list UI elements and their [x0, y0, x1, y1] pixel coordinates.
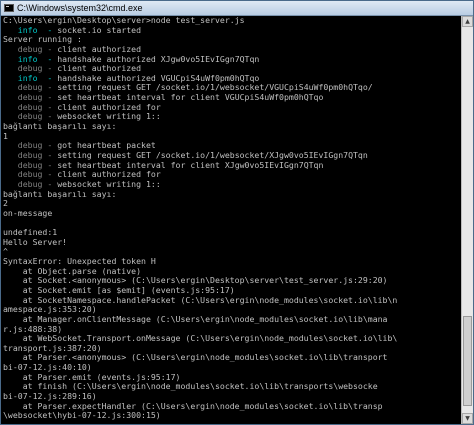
console-text: at Socket.emit [as $emit] (events.js:95:… — [3, 284, 235, 295]
console-text: websocket writing 1:: — [57, 178, 161, 189]
console-text: debug - — [3, 149, 58, 160]
console-text: setting request GET /socket.io/1/websock… — [57, 82, 373, 93]
console-text: debug - — [3, 169, 58, 180]
console-window: C:\Windows\system32\cmd.exe C:\Users\erg… — [0, 0, 474, 425]
cmd-icon — [4, 4, 14, 12]
console-text: at finish (C:\Users\ergin\node_modules\s… — [3, 381, 378, 392]
console-text: at Parser.emit (events.js:95:17) — [3, 371, 181, 382]
console-text: debug - — [3, 101, 58, 112]
console-text: info - — [3, 24, 58, 35]
console-text: Server running : — [3, 34, 87, 45]
console-text: on-message — [3, 207, 53, 218]
vertical-scrollbar[interactable]: ▲ ▼ — [461, 16, 473, 424]
console-text: set heartbeat interval for client VGUCpi… — [57, 92, 324, 103]
title-bar[interactable]: C:\Windows\system32\cmd.exe — [1, 1, 473, 16]
console-text: at Socket.<anonymous> (C:\Users\ergin\De… — [3, 275, 388, 286]
scroll-thumb[interactable] — [463, 316, 472, 406]
console-text: bi-07-12.js:289:16) — [3, 390, 97, 401]
console-text: Hello Server! — [3, 236, 68, 247]
console-text: client authorized for — [57, 169, 161, 180]
console-text: debug - — [3, 178, 58, 189]
console-text: 2 — [3, 198, 8, 209]
console-line: Hello Server! — [3, 236, 461, 248]
console-text: set heartbeat interval for client XJgw0v… — [57, 159, 324, 170]
console-text: \websocket\hybi-07-12.js:300:15) — [3, 410, 161, 421]
console-text: bi-07-12.js:40:10) — [3, 362, 92, 373]
console-text: debug - — [3, 43, 58, 54]
console-text: debug - — [3, 63, 58, 74]
console-text: handshake authorized XJgw0vo5IEvIGgn7QTq… — [57, 53, 260, 64]
console-text: info - — [3, 72, 58, 83]
console-text: debug - — [3, 140, 58, 151]
console-text: setting request GET /socket.io/1/websock… — [57, 149, 368, 160]
console-text: at SocketNamespace.handlePacket (C:\User… — [3, 294, 398, 305]
console-text: got heartbeat packet — [57, 140, 156, 151]
console-line: \websocket\hybi-07-12.js:300:15) — [3, 410, 461, 421]
console-text: socket.io started — [57, 24, 142, 35]
console-text: debug - — [3, 82, 58, 93]
console-line: 2 — [3, 198, 461, 209]
console-text: C:\Users\ergin\Desktop\server>node test_… — [3, 16, 245, 25]
console-text: bağlantı başarılı sayı: — [3, 121, 117, 132]
scroll-down-button[interactable]: ▼ — [462, 413, 473, 424]
console-text: client authorized — [57, 63, 142, 74]
console-text: debug - — [3, 92, 58, 103]
console-text: r.js:488:38) — [3, 323, 63, 334]
console-line: bağlantı başarılı sayı: — [3, 121, 461, 132]
console-text: websocket writing 1:: — [57, 111, 161, 122]
scroll-up-button[interactable]: ▲ — [462, 16, 473, 27]
console-line: at Manager.onClientMessage (C:\Users\erg… — [3, 313, 461, 325]
console-text: at Object.parse (native) — [3, 265, 142, 276]
console-text: debug - — [3, 159, 58, 170]
console-text: SyntaxError: Unexpected token H — [3, 256, 156, 267]
console-text: undefined:1 — [3, 227, 58, 238]
console-text: info - — [3, 53, 58, 64]
console-text: client authorized for — [57, 101, 161, 112]
console-text: at Parser.expectHandler (C:\Users\ergin\… — [3, 400, 383, 411]
console-output[interactable]: C:\Users\ergin\Desktop\server>node test_… — [3, 16, 461, 424]
console-text: bağlantı başarılı sayı: — [3, 188, 117, 199]
console-text: 1 — [3, 130, 8, 141]
console-text: at WebSocket.Transport.onMessage (C:\Use… — [3, 333, 398, 344]
console-text: ^ — [3, 246, 8, 257]
console-text: transport.js:387:20) — [3, 342, 102, 353]
console-text: client authorized — [57, 43, 142, 54]
console-line: undefined:1 — [3, 227, 461, 238]
console-line: bağlantı başarılı sayı: — [3, 188, 461, 200]
console-line: on-message — [3, 207, 461, 219]
window-title: C:\Windows\system32\cmd.exe — [17, 3, 143, 13]
console-text: debug - — [3, 111, 58, 122]
console-text: at Parser.<anonymous> (C:\Users\ergin\no… — [3, 352, 388, 363]
console-text: at Manager.onClientMessage (C:\Users\erg… — [3, 313, 388, 324]
console-text: handshake authorized VGUCpiS4uWf0pm0hQTq… — [57, 72, 260, 83]
console-text: amespace.js:353:20) — [3, 304, 97, 315]
